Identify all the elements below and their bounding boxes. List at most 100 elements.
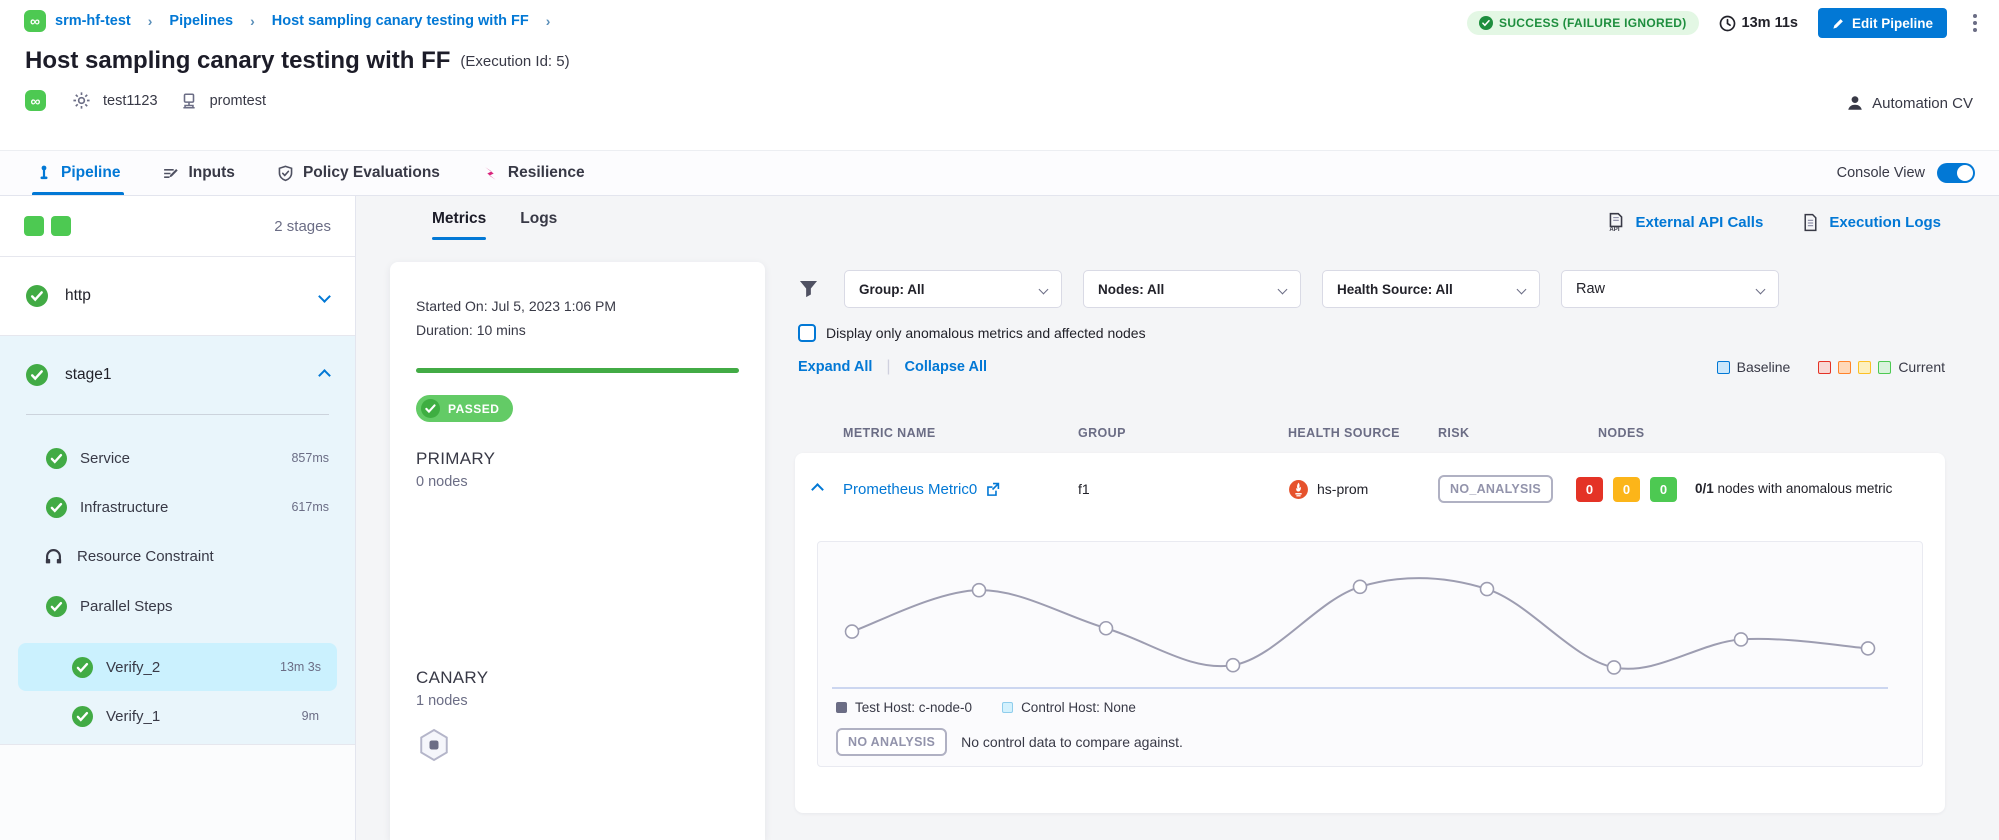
page-header: ∞ srm-hf-test › Pipelines › Host samplin… <box>0 0 1999 150</box>
tab-metrics[interactable]: Metrics <box>432 210 486 240</box>
success-check-icon <box>46 596 67 617</box>
tab-resilience[interactable]: Resilience <box>482 151 585 195</box>
baseline-legend-label: Baseline <box>1737 359 1791 375</box>
user-icon <box>1846 94 1864 112</box>
expand-all-link[interactable]: Expand All <box>798 359 872 375</box>
step-duration: 13m 3s <box>280 660 321 674</box>
chevron-up-icon[interactable] <box>318 369 331 382</box>
nodes-filter-dropdown[interactable]: Nodes: All <box>1083 270 1301 308</box>
header-nodes: NODES <box>1576 426 1927 440</box>
stage-count: 2 stages <box>274 218 331 235</box>
metric-chart-svg[interactable] <box>832 552 1888 702</box>
edit-pipeline-button[interactable]: Edit Pipeline <box>1818 8 1947 38</box>
pipeline-service-icon: ∞ <box>25 90 46 111</box>
external-link-icon[interactable] <box>985 482 1000 497</box>
stage-stage1-label: stage1 <box>65 366 112 384</box>
success-check-icon <box>26 364 48 386</box>
more-options-menu[interactable] <box>1967 10 1983 36</box>
status-badge-label: SUCCESS (FAILURE IGNORED) <box>1499 16 1687 30</box>
tab-policy-label: Policy Evaluations <box>303 164 440 182</box>
step-label: Resource Constraint <box>77 548 214 565</box>
execution-logs-link[interactable]: Execution Logs <box>1801 213 1941 232</box>
breadcrumb-pipeline-name[interactable]: Host sampling canary testing with FF <box>272 13 529 29</box>
success-check-icon <box>26 285 48 307</box>
success-check-icon <box>72 657 93 678</box>
current-yellow-swatch <box>1858 361 1871 374</box>
no-analysis-text: No control data to compare against. <box>961 734 1183 750</box>
collapse-all-link[interactable]: Collapse All <box>905 359 987 375</box>
duration-indicator: 13m 11s <box>1719 15 1798 32</box>
tab-metrics-label: Metrics <box>432 210 486 227</box>
sidebar-stage-stage1[interactable]: stage1 <box>0 336 355 414</box>
nodes-summary-text: nodes with anomalous metric <box>1714 481 1893 496</box>
stage-square-icon[interactable] <box>51 216 71 236</box>
execution-id: (Execution Id: 5) <box>460 53 569 70</box>
chevron-down-icon[interactable] <box>318 290 331 303</box>
primary-label: PRIMARY <box>416 449 739 469</box>
console-view-toggle[interactable] <box>1937 163 1975 183</box>
shield-check-icon <box>277 165 294 182</box>
stage-thumbnails <box>24 216 71 236</box>
red-node-count: 0 <box>1576 477 1603 502</box>
green-node-count: 0 <box>1650 477 1677 502</box>
health-source-filter-dropdown[interactable]: Health Source: All <box>1322 270 1540 308</box>
main-tabbar: Pipeline Inputs Policy Evaluations Resil… <box>0 150 1999 196</box>
metric-chart-container: Test Host: c-node-0 Control Host: None N… <box>817 541 1923 767</box>
anomalous-checkbox[interactable] <box>798 324 816 342</box>
header-health-source: HEALTH SOURCE <box>1288 426 1438 440</box>
external-api-calls-link[interactable]: API External API Calls <box>1606 212 1763 232</box>
metric-name-link[interactable]: Prometheus Metric0 <box>843 481 977 498</box>
tab-resilience-label: Resilience <box>508 164 585 182</box>
service-name[interactable]: test1123 <box>103 93 158 109</box>
raw-filter-dropdown[interactable]: Raw <box>1561 270 1779 308</box>
tab-policy-evaluations[interactable]: Policy Evaluations <box>277 151 440 195</box>
execution-logs-label: Execution Logs <box>1829 214 1941 231</box>
step-label: Parallel Steps <box>80 598 173 615</box>
sidebar-step-verify-2[interactable]: Verify_2 13m 3s <box>18 643 337 691</box>
canary-node-hexagon-icon[interactable] <box>416 727 452 763</box>
metric-row[interactable]: Prometheus Metric0 f1 hs-prom NO_ANALYSI… <box>795 453 1945 525</box>
expand-collapse-row: Expand All | Collapse All <box>798 358 987 376</box>
sidebar-stage-http[interactable]: http <box>0 257 355 336</box>
step-duration: 617ms <box>291 500 329 514</box>
verification-duration: Duration: 10 mins <box>416 318 739 342</box>
sidebar-step-infrastructure[interactable]: Infrastructure 617ms <box>46 487 329 527</box>
primary-node-count: 0 nodes <box>416 474 739 490</box>
sidebar-step-verify-1[interactable]: Verify_1 9m <box>72 696 319 736</box>
panel-links: API External API Calls Execution Logs <box>1606 212 1941 232</box>
nodes-filter-value: Nodes: All <box>1098 282 1164 297</box>
no-analysis-note: NO ANALYSIS No control data to compare a… <box>836 728 1183 756</box>
control-host-label: Control Host: None <box>1021 700 1136 715</box>
collapse-metric-chevron-icon[interactable] <box>811 483 824 496</box>
sidebar-step-resource-constraint[interactable]: Resource Constraint <box>42 536 329 576</box>
execution-logs-icon <box>1801 213 1820 232</box>
environment-name[interactable]: promtest <box>210 93 266 109</box>
tab-logs[interactable]: Logs <box>520 210 557 240</box>
inputs-icon <box>162 165 179 182</box>
sidebar-step-parallel-steps[interactable]: Parallel Steps <box>46 586 329 626</box>
breadcrumb-project[interactable]: srm-hf-test <box>55 13 131 29</box>
step-label: Verify_1 <box>106 708 160 725</box>
verification-summary-card: Started On: Jul 5, 2023 1:06 PM Duration… <box>390 262 765 840</box>
sidebar-step-service[interactable]: Service 857ms <box>46 438 329 478</box>
external-api-calls-label: External API Calls <box>1635 214 1763 231</box>
duration-label: 13m 11s <box>1742 15 1798 31</box>
test-host-label: Test Host: c-node-0 <box>855 700 972 715</box>
tab-inputs-label: Inputs <box>188 164 235 182</box>
breadcrumb-pipelines[interactable]: Pipelines <box>169 13 233 29</box>
health-source-filter-value: Health Source: All <box>1337 282 1453 297</box>
breadcrumb-separator: › <box>546 13 551 29</box>
pipeline-icon <box>36 165 52 181</box>
group-filter-dropdown[interactable]: Group: All <box>844 270 1062 308</box>
tab-inputs[interactable]: Inputs <box>162 151 235 195</box>
anomalous-filter: Display only anomalous metrics and affec… <box>798 324 1146 342</box>
tab-logs-label: Logs <box>520 210 557 227</box>
console-view-control: Console View <box>1837 151 1975 195</box>
tab-pipeline[interactable]: Pipeline <box>36 151 120 195</box>
header-group: GROUP <box>1078 426 1288 440</box>
check-circle-icon <box>421 399 440 418</box>
divider <box>26 414 329 415</box>
step-label: Verify_2 <box>106 659 160 676</box>
execution-meta: ∞ test1123 promtest <box>25 90 266 111</box>
stage-square-icon[interactable] <box>24 216 44 236</box>
